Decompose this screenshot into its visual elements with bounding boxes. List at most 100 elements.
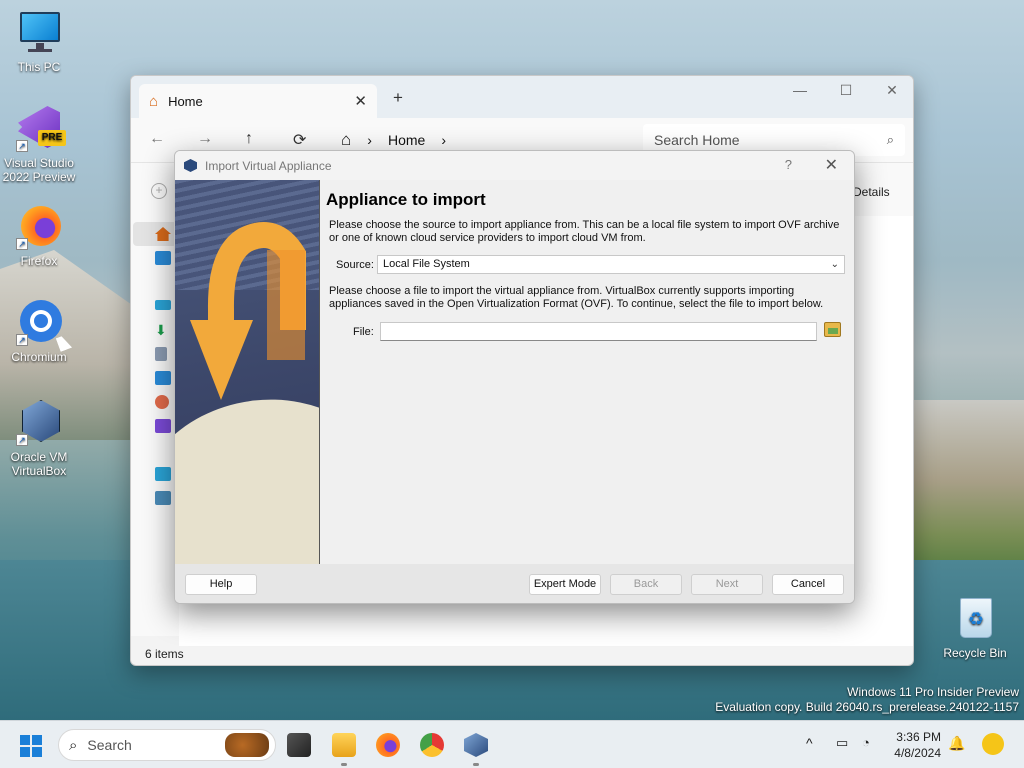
watermark-line2: Evaluation copy. Build 26040.rs_prerelea… [715, 700, 1019, 714]
clock-time: 3:36 PM [896, 730, 941, 744]
nav-downloads-icon[interactable]: ⬇ [155, 323, 171, 337]
volume-muted-icon[interactable]: ◔ [862, 735, 870, 750]
evaluation-watermark: Windows 11 Pro Insider Preview Evaluatio… [715, 685, 1019, 715]
refresh-icon[interactable]: ⟳ [293, 130, 306, 150]
recycle-bin-icon: ♻ [952, 596, 998, 642]
clock-date: 4/8/2024 [894, 746, 941, 760]
minimize-button[interactable]: — [785, 82, 815, 98]
desktop-icon-this-pc[interactable]: This PC [0, 10, 78, 74]
tab-close-icon[interactable]: ✕ [354, 92, 367, 110]
desktop-icon-label: This PC [17, 60, 61, 74]
desktop-icon-label: Visual Studio [4, 156, 74, 170]
tab-title: Home [168, 93, 203, 109]
running-indicator [341, 763, 347, 766]
chrome-taskbar-icon[interactable] [420, 733, 444, 757]
taskbar-search-box[interactable]: ⌕ Search [58, 729, 276, 761]
next-button[interactable]: Next [691, 574, 763, 595]
shortcut-arrow-icon: ↗ [16, 434, 28, 446]
desktop-icon-label: Firefox [20, 254, 58, 268]
back-arrow-icon[interactable]: ← [149, 130, 165, 148]
watermark-line1: Windows 11 Pro Insider Preview [847, 685, 1019, 699]
shortcut-arrow-icon: ↗ [16, 140, 28, 152]
source-dropdown[interactable]: Local File System ⌄ [377, 255, 845, 274]
system-clock[interactable]: 3:36 PM 4/8/2024 [893, 729, 941, 761]
taskbar-search-label: Search [87, 737, 132, 753]
file-label: File: [353, 326, 374, 338]
desktop-icon-virtualbox[interactable]: ↗ Oracle VM VirtualBox [0, 400, 78, 478]
close-window-button[interactable]: ✕ [877, 82, 907, 99]
nav-music-icon[interactable] [155, 395, 169, 409]
maximize-button[interactable]: ☐ [831, 82, 861, 99]
details-pane-button[interactable]: Details [853, 185, 890, 199]
desktop-icon-label: Recycle Bin [943, 646, 1007, 660]
help-button[interactable]: Help [185, 574, 257, 595]
running-indicator [473, 763, 479, 766]
chevron-down-icon: ⌄ [830, 259, 839, 270]
breadcrumb-separator: › [367, 132, 372, 148]
chromium-icon: ↗ [16, 300, 62, 346]
desktop-icon-recycle-bin[interactable]: ♻ Recycle Bin [936, 596, 1014, 660]
insider-badge-icon[interactable] [982, 733, 1004, 755]
nav-videos-icon[interactable] [155, 419, 171, 433]
taskbar: ⌕ Search ^ ▭ ◔ 3:36 PM 4/8/2024 🔔 [0, 720, 1024, 768]
breadcrumb-separator[interactable]: › [441, 132, 446, 148]
nav-this-pc-icon[interactable] [155, 467, 171, 481]
back-button[interactable]: Back [610, 574, 682, 595]
search-highlight-icon [225, 733, 269, 757]
dialog-titlebar: Import Virtual Appliance ? ✕ [175, 151, 854, 180]
wizard-page: Appliance to import Please choose the so… [321, 180, 854, 564]
search-icon: ⌕ [886, 132, 894, 147]
status-item-count: 6 items [145, 647, 184, 661]
wallpaper-hill-right [912, 400, 1024, 580]
source-description: Please choose the source to import appli… [329, 219, 840, 244]
tray-overflow-chevron-icon[interactable]: ^ [806, 735, 813, 751]
firefox-taskbar-icon[interactable] [376, 733, 400, 757]
dialog-close-icon[interactable]: ✕ [825, 155, 838, 175]
source-selected-value: Local File System [383, 258, 470, 270]
wizard-illustration [175, 180, 320, 564]
virtualbox-taskbar-icon[interactable] [464, 733, 488, 757]
browse-folder-icon[interactable] [824, 322, 841, 337]
breadcrumb-location[interactable]: Home [388, 132, 425, 148]
file-description: Please choose a file to import the virtu… [329, 285, 824, 310]
forward-arrow-icon[interactable]: → [197, 130, 213, 148]
expert-mode-button[interactable]: Expert Mode [529, 574, 601, 595]
cancel-button[interactable]: Cancel [772, 574, 844, 595]
nav-gallery-icon[interactable] [155, 251, 171, 265]
shortcut-arrow-icon: ↗ [16, 334, 28, 346]
notification-bell-icon[interactable]: 🔔 [948, 735, 965, 752]
new-tab-button[interactable]: + [393, 88, 403, 108]
virtualbox-icon [184, 159, 197, 172]
desktop-icon-label: Oracle VM [10, 450, 68, 464]
shortcut-arrow-icon: ↗ [16, 238, 28, 250]
file-explorer-taskbar-icon[interactable] [332, 733, 356, 757]
task-view-icon[interactable] [287, 733, 311, 757]
visual-studio-icon: PRE ↗ [16, 106, 66, 152]
dialog-button-bar: Help Expert Mode Back Next Cancel [175, 564, 854, 603]
file-path-input[interactable] [380, 322, 817, 341]
desktop-icon-label: Chromium [11, 350, 67, 364]
nav-pictures-icon[interactable] [155, 371, 171, 385]
nav-desktop-icon[interactable] [155, 300, 171, 310]
import-arrow-icon [190, 222, 306, 400]
tab-home[interactable]: ⌂ Home ✕ [139, 84, 377, 118]
new-item-icon[interactable]: + [151, 183, 167, 199]
pre-badge: PRE [38, 130, 66, 146]
navigation-pane: ⬇ [131, 216, 179, 636]
network-icon[interactable]: ▭ [836, 735, 848, 751]
virtualbox-icon: ↗ [16, 400, 62, 446]
help-icon[interactable]: ? [785, 157, 792, 172]
desktop-icon-chromium[interactable]: ↗ Chromium [0, 300, 78, 364]
up-arrow-icon[interactable]: ↑ [245, 130, 253, 148]
home-icon: ⌂ [149, 92, 159, 110]
nav-documents-icon[interactable] [155, 347, 167, 361]
desktop-icon-label-line2: VirtualBox [11, 464, 67, 478]
import-appliance-dialog: Import Virtual Appliance ? ✕ Appliance t… [174, 150, 855, 604]
desktop-icon-firefox[interactable]: ↗ Firefox [0, 204, 78, 268]
start-button[interactable] [20, 735, 42, 757]
page-heading: Appliance to import [326, 190, 486, 209]
desktop-icon-visual-studio[interactable]: PRE ↗ Visual Studio 2022 Preview [0, 106, 78, 184]
nav-network-icon[interactable] [155, 491, 171, 505]
search-icon: ⌕ [69, 736, 78, 754]
breadcrumb-home-icon[interactable]: ⌂ [341, 130, 351, 150]
